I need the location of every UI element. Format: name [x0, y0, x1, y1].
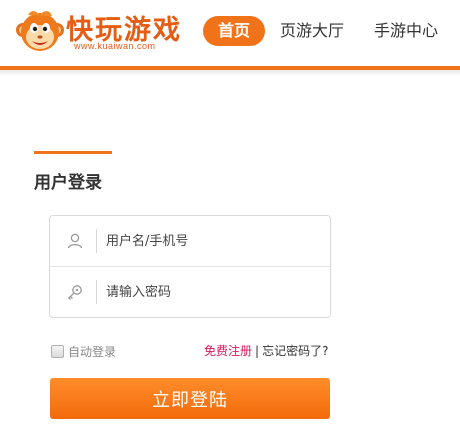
login-title: 用户登录: [34, 173, 102, 193]
link-separator: |: [255, 344, 260, 358]
user-icon: [67, 233, 83, 249]
field-separator: [96, 229, 97, 253]
site-logo[interactable]: 快玩游戏 www.kuaiwan.com: [14, 6, 204, 58]
login-form: [49, 215, 331, 318]
account-links: 免费注册 | 忘记密码了?: [204, 343, 328, 359]
register-link[interactable]: 免费注册: [204, 344, 252, 358]
auto-login-checkbox[interactable]: [51, 344, 64, 358]
nav-web-games[interactable]: 页游大厅: [280, 16, 344, 46]
username-input[interactable]: [106, 226, 316, 256]
section-accent-line: [34, 151, 112, 154]
site-header: 快玩游戏 www.kuaiwan.com 首页 页游大厅 手游中心: [0, 0, 460, 66]
monkey-mascot-icon: [16, 11, 64, 51]
auto-login-label: 自动登录: [68, 344, 117, 359]
key-icon: [68, 285, 82, 300]
forgot-password-link[interactable]: 忘记密码了?: [262, 344, 328, 358]
username-field: [50, 216, 330, 266]
auto-login-option[interactable]: 自动登录: [51, 343, 116, 359]
field-separator: [96, 280, 97, 304]
password-field: [50, 267, 330, 317]
nav-home[interactable]: 首页: [203, 16, 265, 46]
login-button[interactable]: 立即登陆: [50, 378, 330, 419]
header-shadow: [0, 70, 460, 76]
logo-url: www.kuaiwan.com: [74, 41, 156, 51]
password-input[interactable]: [106, 277, 316, 307]
nav-mobile-games[interactable]: 手游中心: [374, 16, 438, 46]
